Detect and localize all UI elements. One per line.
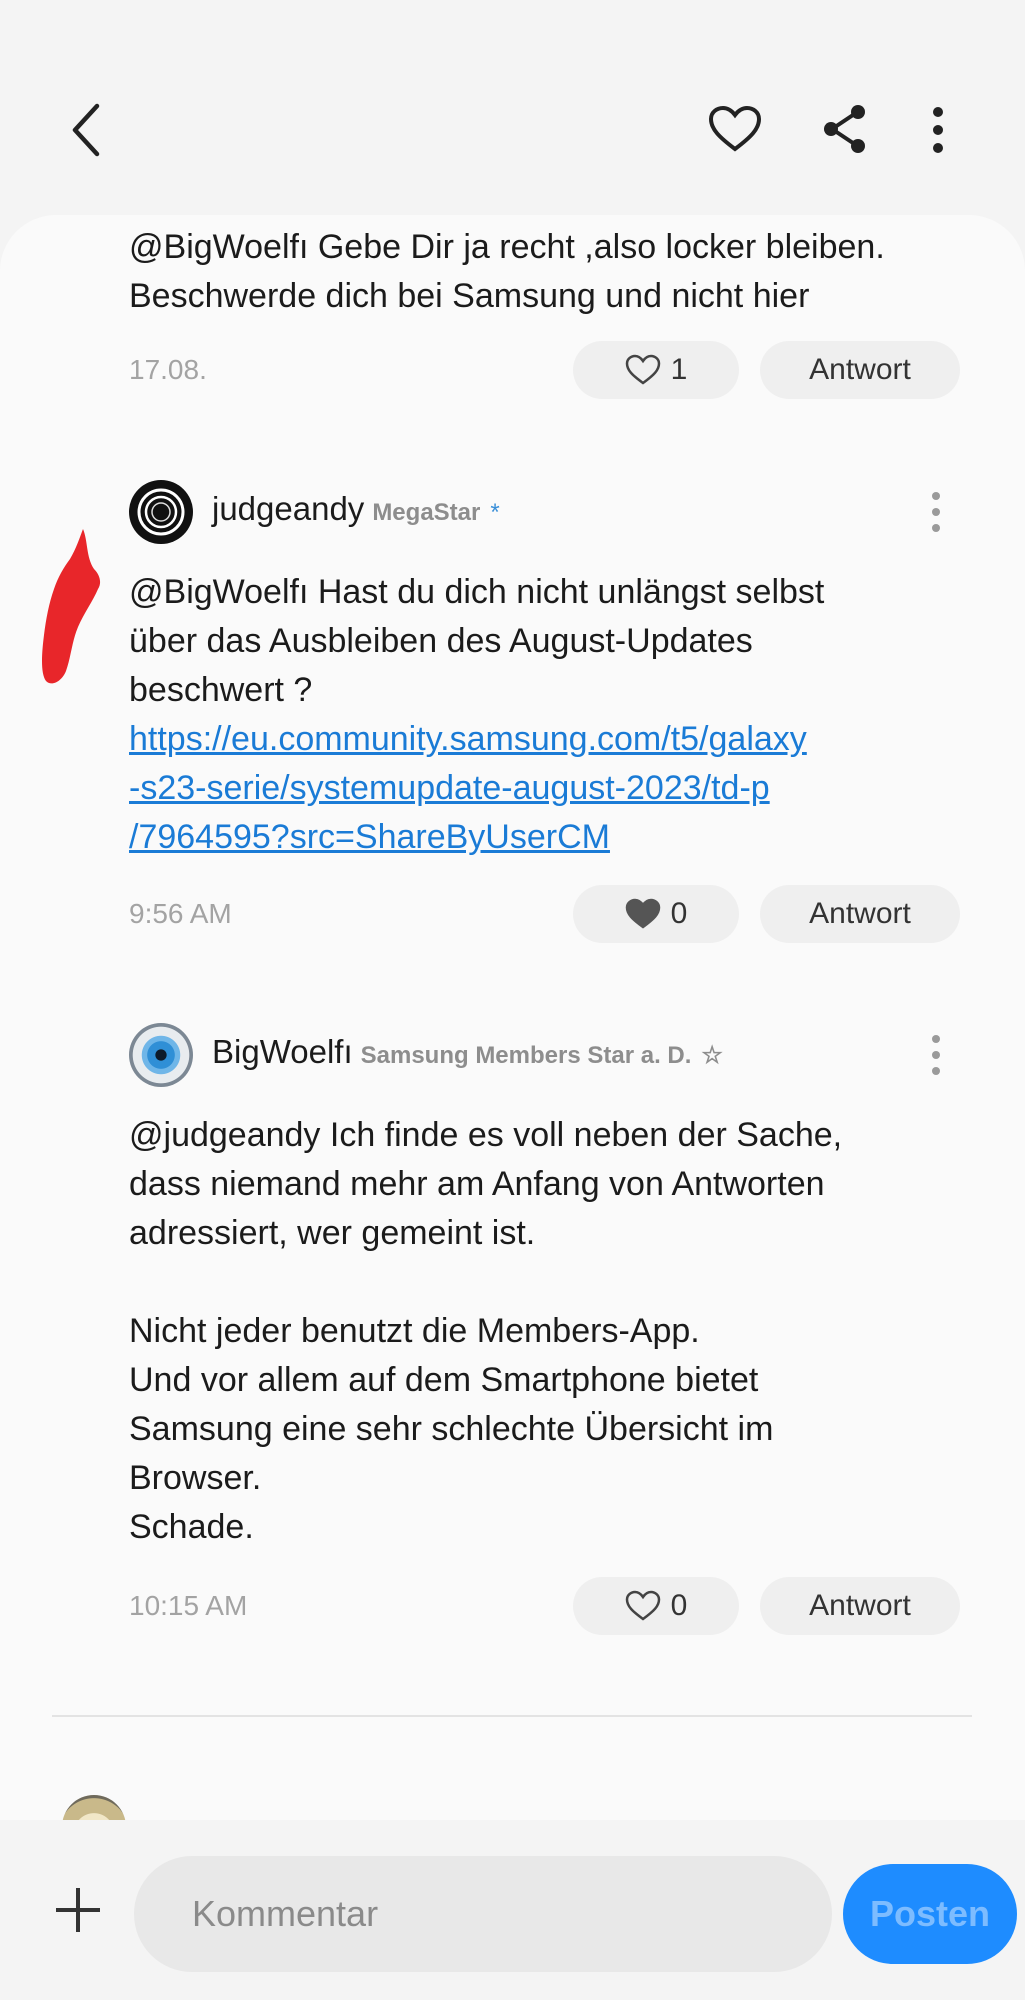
username[interactable]: judgeandy	[212, 490, 364, 528]
heart-filled-icon	[625, 898, 660, 929]
heart-outline-icon	[625, 1590, 660, 1621]
reply-button[interactable]: Antwort	[760, 885, 960, 943]
username-row: BigWoelfı Samsung Members Star a. D. ☆	[212, 1033, 723, 1071]
like-count: 0	[670, 897, 688, 930]
back-icon[interactable]	[55, 90, 115, 170]
member-rank: MegaStar	[372, 499, 481, 526]
rank-mark: ☆	[701, 1042, 723, 1069]
rank-mark: *	[490, 499, 500, 526]
reply-button[interactable]: Antwort	[760, 341, 960, 399]
reply-button[interactable]: Antwort	[760, 1577, 960, 1635]
avatar-partial[interactable]	[62, 1795, 126, 1820]
heart-outline-icon	[625, 354, 660, 385]
username[interactable]: BigWoelfı	[212, 1033, 353, 1071]
more-icon[interactable]	[915, 100, 961, 160]
comment-link[interactable]: https://eu.community.samsung.com/t5/gala…	[129, 715, 824, 862]
top-app-bar	[0, 0, 1025, 215]
watch-icon	[137, 488, 185, 536]
like-count: 0	[670, 1589, 688, 1622]
comment-text: @judgeandy Ich finde es voll neben der S…	[129, 1116, 843, 1546]
like-button[interactable]: 0	[573, 1577, 739, 1635]
comment-text: @BigWoelfı Gebe Dir ja recht ,also locke…	[129, 228, 885, 315]
post-button[interactable]: Posten	[843, 1864, 1017, 1964]
avatar[interactable]	[129, 1023, 193, 1087]
comment-input[interactable]: Kommentar	[134, 1856, 832, 1972]
like-count: 1	[670, 353, 688, 386]
like-button[interactable]: 1	[573, 341, 739, 399]
comment-time: 17.08.	[129, 354, 207, 385]
comments-card: @BigWoelfı Gebe Dir ja recht ,also locke…	[0, 215, 1025, 1820]
comment-time: 10:15 AM	[129, 1590, 248, 1621]
red-marker-annotation	[42, 529, 101, 684]
comment-more-icon[interactable]	[921, 1030, 951, 1080]
heart-icon[interactable]	[700, 98, 770, 160]
share-icon[interactable]	[815, 98, 875, 160]
comment-text: @BigWoelfı Hast du dich nicht unlängst s…	[129, 568, 824, 862]
like-button[interactable]: 0	[573, 885, 739, 943]
divider	[52, 1715, 972, 1717]
username-row: judgeandy MegaStar *	[212, 490, 500, 528]
comment-composer: Kommentar Posten	[0, 1820, 1025, 2000]
comment-more-icon[interactable]	[921, 487, 951, 537]
member-rank: Samsung Members Star a. D.	[360, 1042, 692, 1069]
comment-time: 9:56 AM	[129, 898, 232, 929]
plus-icon[interactable]	[48, 1880, 108, 1940]
avatar[interactable]	[129, 480, 193, 544]
